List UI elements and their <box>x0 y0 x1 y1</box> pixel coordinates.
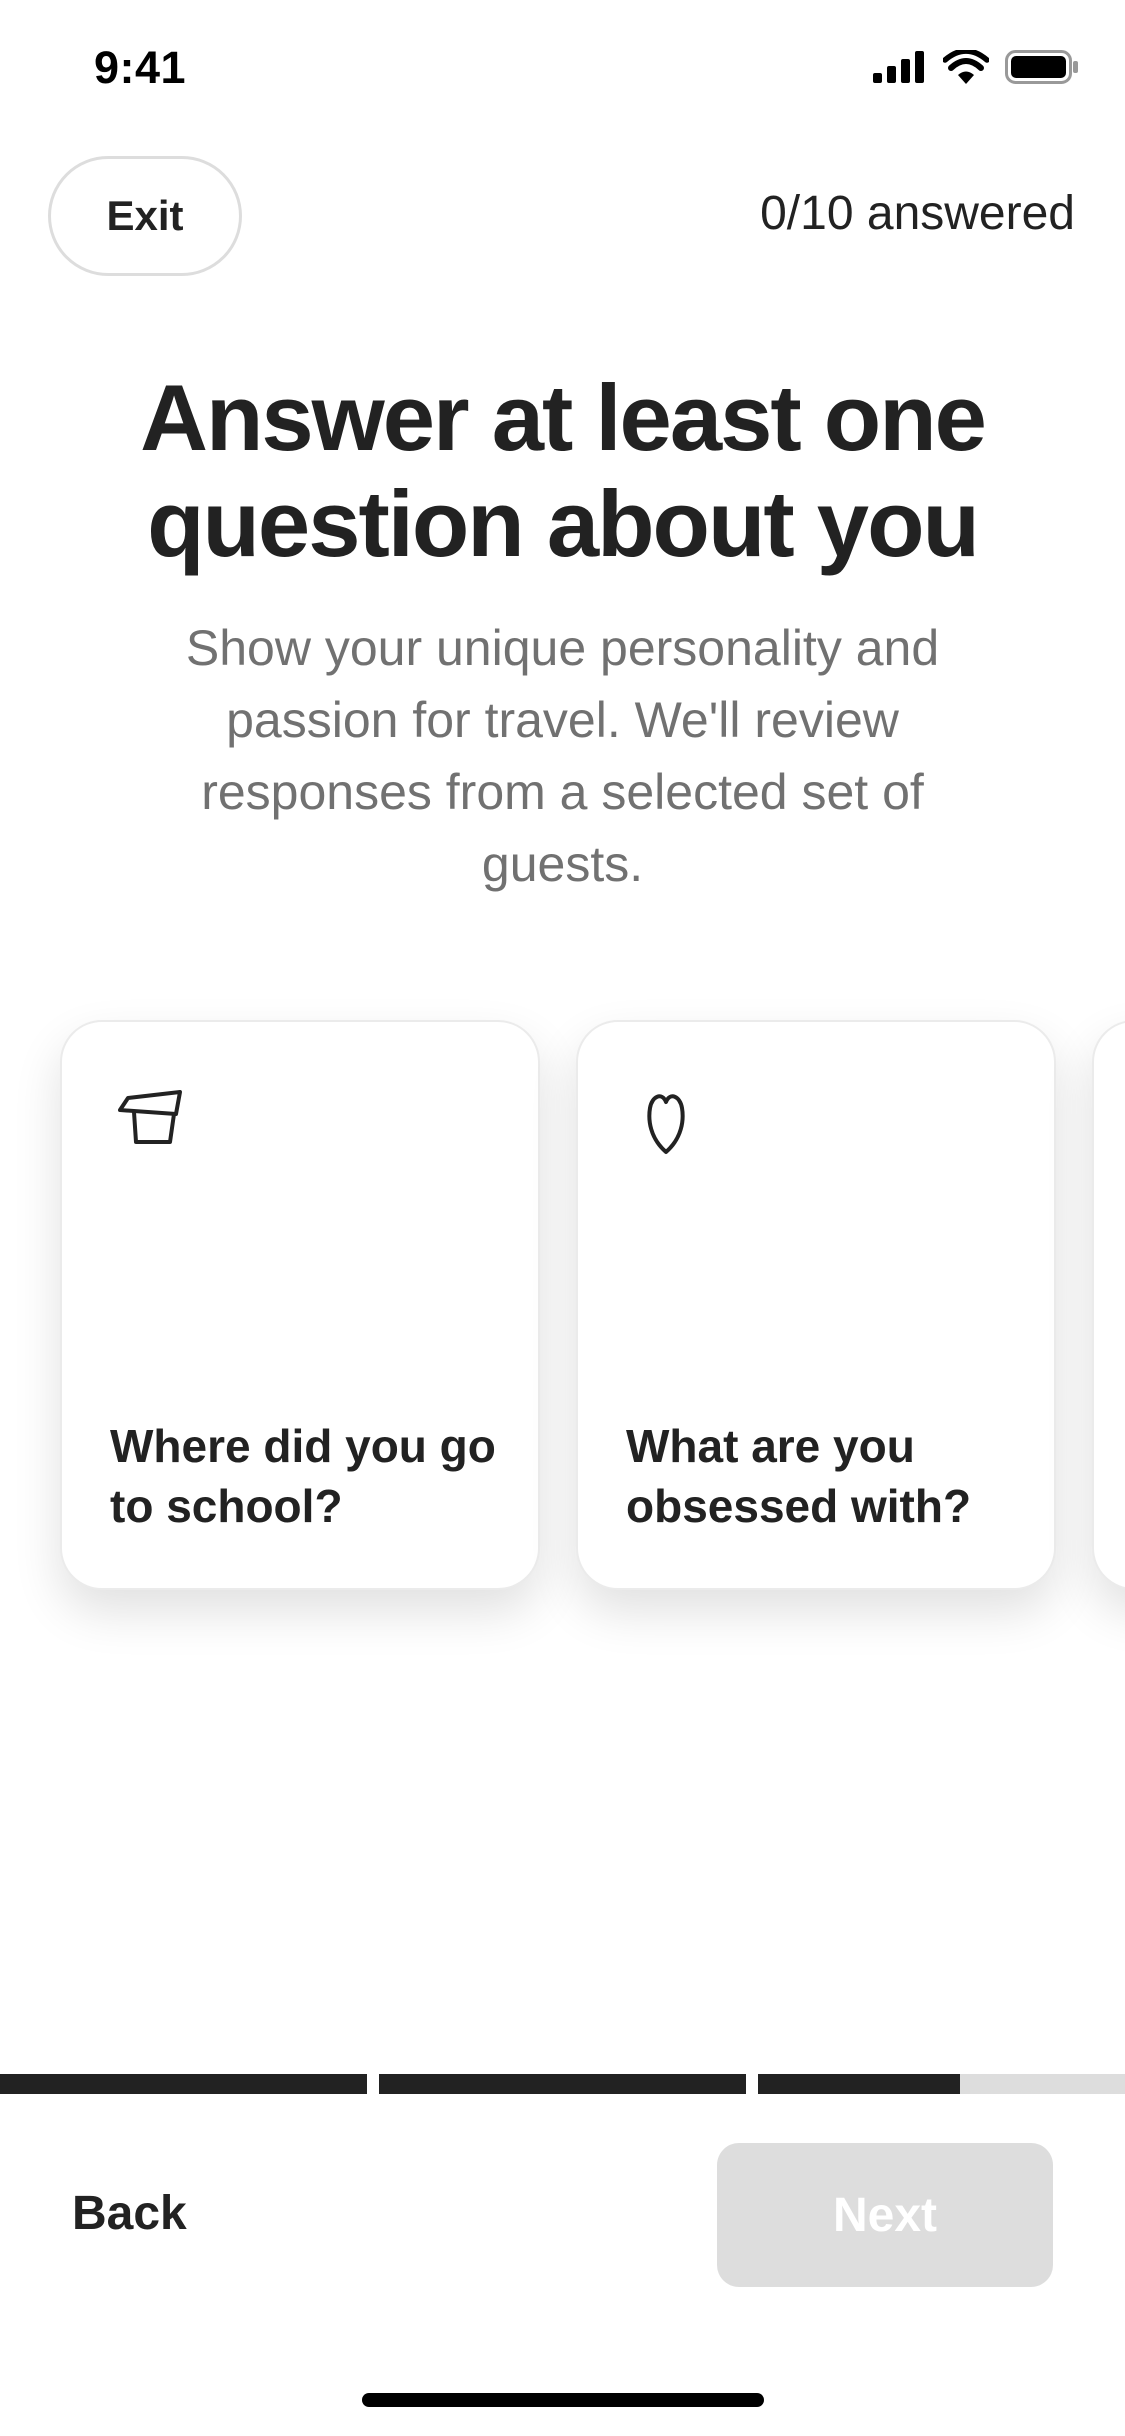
page-title: Answer at least one question about you <box>140 365 987 576</box>
progress-segment <box>0 2074 367 2094</box>
question-card-next[interactable] <box>1092 1020 1125 1590</box>
progress-segment <box>379 2074 746 2094</box>
progress-fill <box>379 2074 746 2094</box>
progress-bar <box>0 2074 1125 2094</box>
home-indicator <box>362 2393 764 2407</box>
card-label: Where did you go to school? <box>110 1420 496 1532</box>
question-card-obsessed[interactable]: What are you obsessed with? <box>576 1020 1056 1590</box>
page-subtitle: Show your unique personality and passion… <box>185 620 940 892</box>
status-time: 9:41 <box>94 42 187 93</box>
next-button[interactable]: Next <box>717 2143 1053 2287</box>
battery-icon <box>1005 50 1078 84</box>
heart-icon <box>647 1094 685 1154</box>
wifi-icon <box>943 50 989 84</box>
answered-count: 0/10 answered <box>760 187 1075 240</box>
school-cap-icon <box>118 1090 182 1144</box>
back-button[interactable]: Back <box>48 2176 211 2250</box>
status-icons <box>873 50 1079 84</box>
card-label: What are you obsessed with? <box>626 1420 972 1532</box>
progress-fill <box>0 2074 367 2094</box>
signal-icon <box>873 51 924 83</box>
progress-fill <box>758 2074 960 2094</box>
exit-button[interactable]: Exit <box>48 156 242 276</box>
progress-segment <box>758 2074 1125 2094</box>
screen: 9:41 Exit 0/10 answered Answer at least … <box>0 0 1125 2436</box>
question-card-school[interactable]: Where did you go to school? <box>60 1020 540 1590</box>
